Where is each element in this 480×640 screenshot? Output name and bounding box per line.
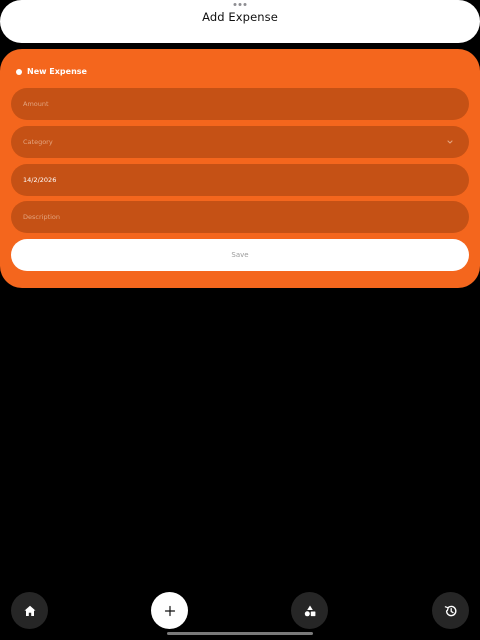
description-input[interactable]: Description [11,201,469,233]
page-title: Add Expense [202,10,278,24]
nav-home-button[interactable] [11,592,48,629]
new-expense-card: New Expense Amount Category 14/2/2026 De… [0,49,480,288]
description-placeholder: Description [23,213,61,221]
grabber-dot [233,3,237,6]
card-header: New Expense [16,67,87,76]
grabber-dot [243,3,247,6]
add-expense-button[interactable] [151,592,188,629]
home-indicator[interactable] [167,632,313,635]
date-value: 14/2/2026 [23,176,57,184]
grabber-dot [238,3,242,6]
nav-categories-button[interactable] [291,592,328,629]
plus-icon [164,605,175,616]
card-title: New Expense [27,67,87,76]
home-icon [24,605,35,616]
sheet-grabber[interactable] [233,3,247,6]
sheet-header: Add Expense [0,0,480,43]
category-select[interactable]: Category [11,126,469,158]
date-field[interactable]: 14/2/2026 [11,164,469,196]
chevron-down-icon [447,140,453,144]
card-dot-icon [16,68,22,75]
nav-history-button[interactable] [432,592,469,629]
shapes-icon [304,605,315,616]
amount-placeholder: Amount [23,100,49,108]
history-icon [444,605,456,616]
amount-input[interactable]: Amount [11,88,469,120]
save-button[interactable]: Save [11,239,469,271]
category-placeholder: Category [23,138,53,146]
